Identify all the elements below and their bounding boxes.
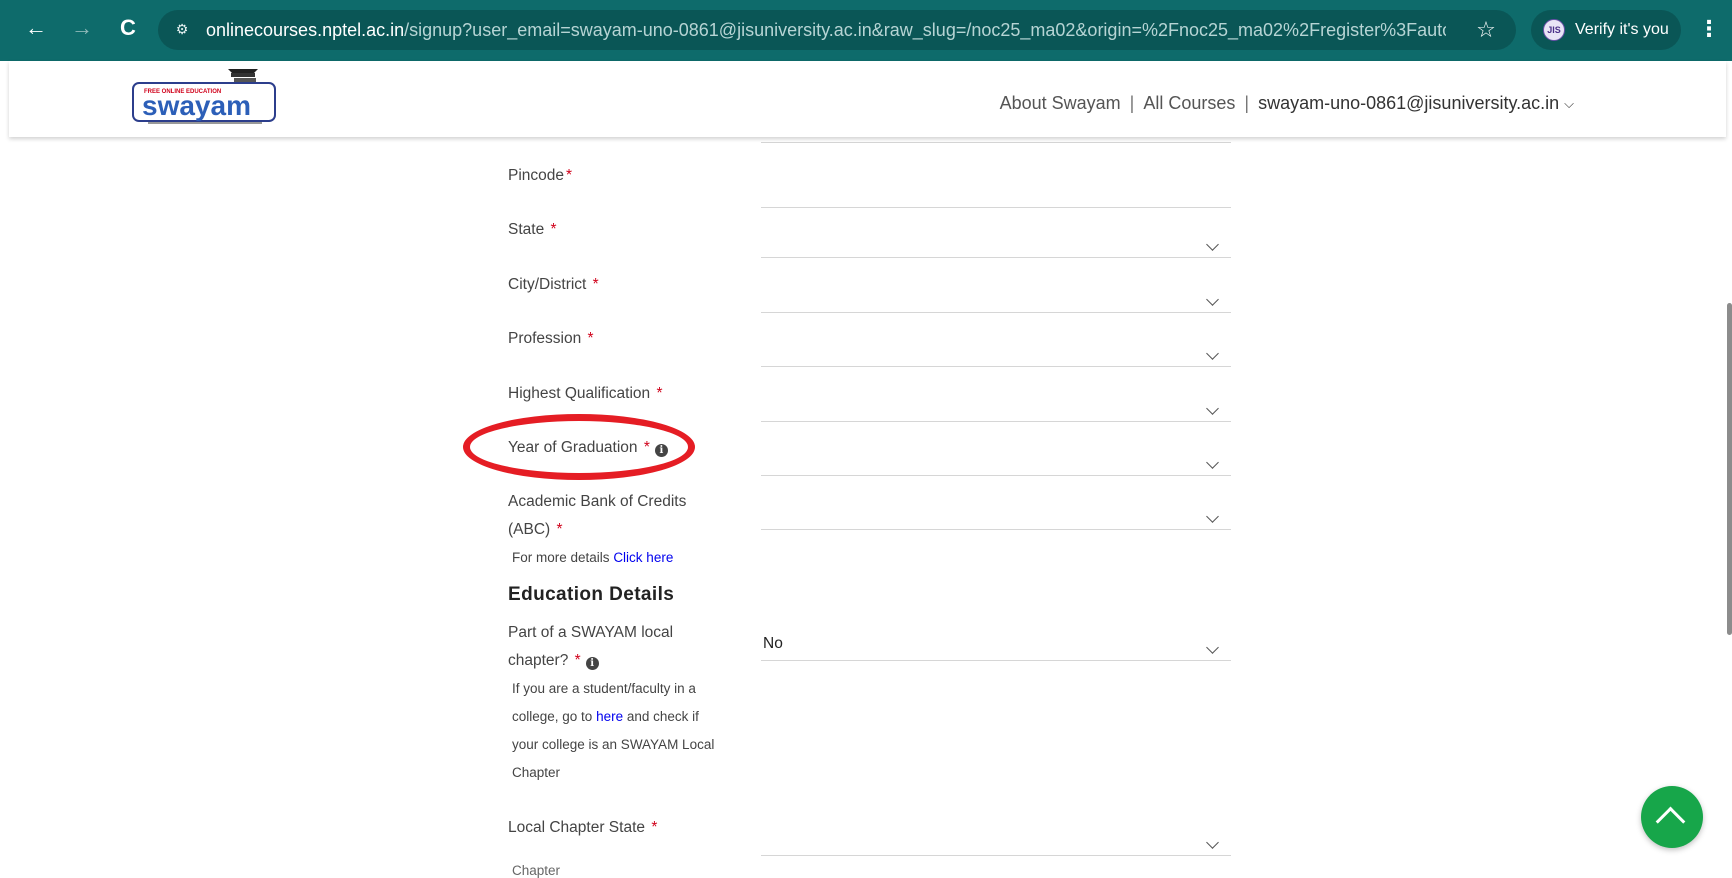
profession-row: Profession * [508,325,1231,379]
city-row: City/District * [508,271,1231,325]
swayam-logo[interactable]: FREE ONLINE EDUCATION swayam [130,69,282,127]
scroll-to-top-button[interactable] [1641,786,1703,848]
local-chapter-label: Part of a SWAYAM local chapter? * i [508,624,674,670]
pincode-input[interactable] [761,166,1231,208]
local-chapter-row: Part of a SWAYAM local chapter? * i No If … [508,619,1231,780]
profession-select[interactable] [761,325,1231,367]
pincode-row: Pincode * [508,162,1231,216]
chevron-down-icon [1206,456,1219,469]
state-select[interactable] [761,216,1231,258]
svg-text:swayam: swayam [142,90,251,121]
pincode-label: Pincode * [508,167,573,184]
abc-row: Academic Bank of Credits (ABC) * For more… [508,488,1231,570]
info-icon[interactable]: i [585,657,599,670]
chevron-down-icon [1206,238,1219,251]
city-label: City/District * [508,276,599,293]
qualification-label: Highest Qualification * [508,385,663,402]
clipped-label: Chapter [512,863,561,878]
local-chapter-select[interactable]: No [761,619,1231,661]
chevron-down-icon [1206,293,1219,306]
local-chapter-value: No [763,635,783,652]
chevron-down-icon [1206,510,1219,523]
chevron-down-icon [1206,836,1219,849]
local-chapter-state-label: Local Chapter State * [508,819,658,836]
user-email: swayam-uno-0861@jisuniversity.ac.in [1258,93,1560,113]
nav-separator: | [1129,93,1135,113]
local-chapter-state-select[interactable] [761,814,1231,856]
site-header: FREE ONLINE EDUCATION swayam About Swaya… [9,61,1726,137]
highlight-ellipse [463,414,695,480]
chevron-down-icon [1206,402,1219,415]
abc-select[interactable] [761,488,1231,530]
city-select[interactable] [761,271,1231,313]
graduation-year-select[interactable] [761,434,1231,476]
header-nav: About Swayam | All Courses | swayam-uno-0861… [1000,61,1574,145]
chevron-down-icon [1206,347,1219,360]
local-chapter-here-link[interactable]: here [596,709,623,724]
all-courses-link[interactable]: All Courses [1143,93,1235,113]
chevron-down-icon: ⌵ [1564,96,1574,112]
section-title: Education Details [508,584,675,605]
swayam-logo-graphic: FREE ONLINE EDUCATION swayam [132,69,276,124]
abc-click-here-link[interactable]: Click here [613,550,673,565]
local-chapter-state-row: Local Chapter State * [508,814,1231,868]
chevron-down-icon [1206,641,1219,654]
state-row: State * [508,216,1231,270]
profession-label: Profession * [508,330,594,347]
state-label: State * [508,221,557,238]
about-swayam-link[interactable]: About Swayam [1000,93,1121,113]
abc-label: Academic Bank of Credits (ABC) * [508,493,687,538]
chevron-up-icon [1655,806,1686,837]
nav-separator: | [1244,93,1250,113]
abc-note: For more details Click here [512,550,674,565]
user-account-menu[interactable]: swayam-uno-0861@jisuniversity.ac.in ⌵ [1258,93,1574,113]
qualification-select[interactable] [761,380,1231,422]
local-chapter-note: If you are a student/faculty in a colleg… [512,681,715,780]
